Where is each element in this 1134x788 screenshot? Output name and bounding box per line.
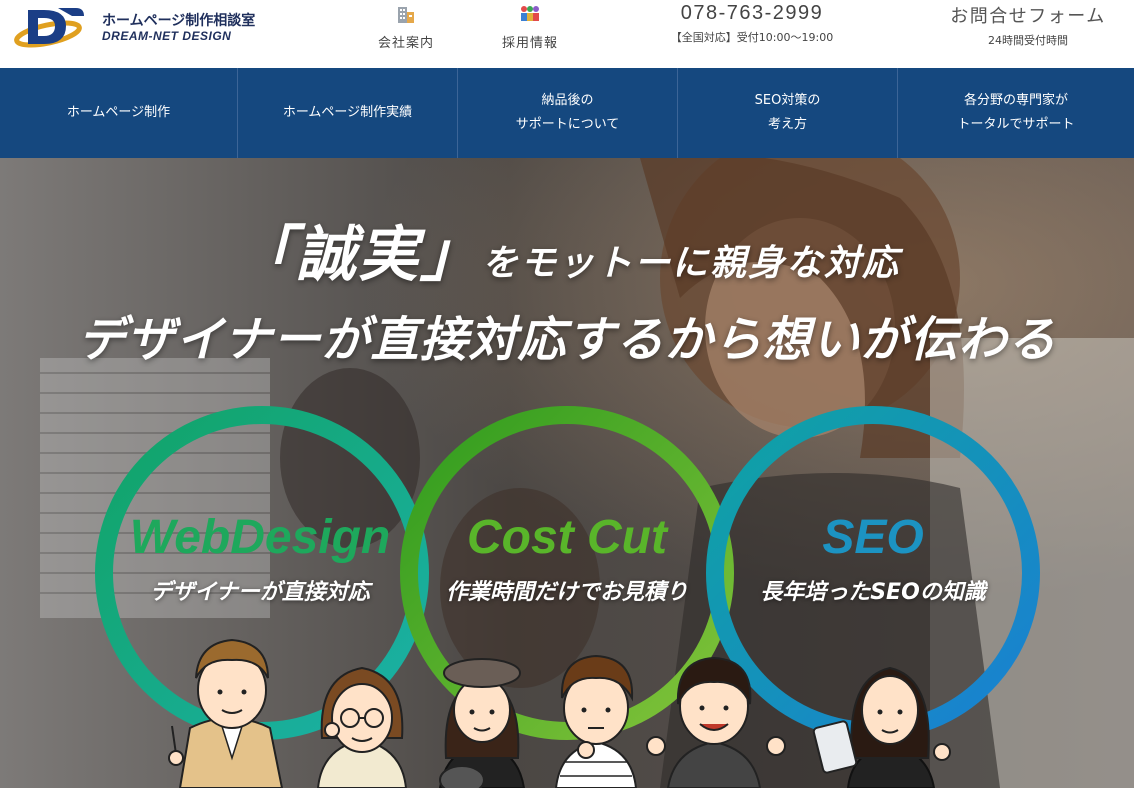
people-icon (521, 6, 539, 21)
staff-man-thinking-illustration (554, 654, 638, 788)
contact-form-link[interactable]: お問合せフォーム 24時間受付時間 (936, 2, 1120, 48)
staff-illustrations (168, 638, 951, 788)
phone-contact[interactable]: 078-763-2999 【全国対応】受付10:00〜19:00 (660, 2, 844, 45)
header-nav-recruit[interactable]: 採用情報 (492, 4, 568, 54)
header-nav-company-label: 会社案内 (377, 36, 434, 51)
staff-woman-glasses-illustration (316, 666, 408, 788)
gnav-production-results[interactable]: ホームページ制作実績 (238, 68, 458, 158)
global-nav: ホームページ制作 ホームページ制作実績 納品後の サポートについて SEO対策の… (0, 68, 1134, 158)
logo-mark-icon (14, 8, 84, 48)
gnav-homepage-production[interactable]: ホームページ制作 (0, 68, 238, 158)
phone-number[interactable]: 078-763-2999 (660, 2, 844, 25)
gnav-label: ホームページ制作 (66, 105, 171, 120)
phone-hours: 【全国対応】受付10:00〜19:00 (670, 31, 834, 44)
gnav-label: 納品後の サポートについて (515, 93, 620, 132)
gnav-label: ホームページ制作実績 (282, 105, 413, 120)
hero-section: 「誠実」をモットーに親身な対応 デザイナーが直接対応するから想いが伝わる Web… (0, 158, 1134, 788)
staff-girl-hat-illustration (438, 658, 526, 788)
gnav-expert-support[interactable]: 各分野の専門家が トータルでサポート (898, 68, 1134, 158)
logo-subtitle: DREAM-NET DESIGN (102, 29, 232, 43)
header-nav-company[interactable]: 会社案内 (368, 4, 444, 54)
building-icon (398, 7, 414, 23)
staff-man-suit-illustration (168, 638, 284, 788)
header-nav-recruit-label: 採用情報 (501, 36, 558, 51)
gnav-seo-approach[interactable]: SEO対策の 考え方 (678, 68, 898, 158)
logo-title: ホームページ制作相談室 (102, 13, 256, 29)
gnav-after-delivery-support[interactable]: 納品後の サポートについて (458, 68, 678, 158)
site-header: ホームページ制作相談室 DREAM-NET DESIGN 会社案内 採用情報 0… (0, 0, 1134, 68)
gnav-label: SEO対策の 考え方 (754, 93, 821, 132)
contact-form-subtitle: 24時間受付時間 (988, 34, 1068, 47)
staff-woman-waving-illustration (646, 656, 786, 788)
site-logo[interactable]: ホームページ制作相談室 DREAM-NET DESIGN (14, 4, 264, 50)
contact-form-title: お問合せフォーム (950, 6, 1106, 27)
gnav-label: 各分野の専門家が トータルでサポート (957, 93, 1075, 132)
staff-woman-tablet-illustration (812, 666, 951, 788)
